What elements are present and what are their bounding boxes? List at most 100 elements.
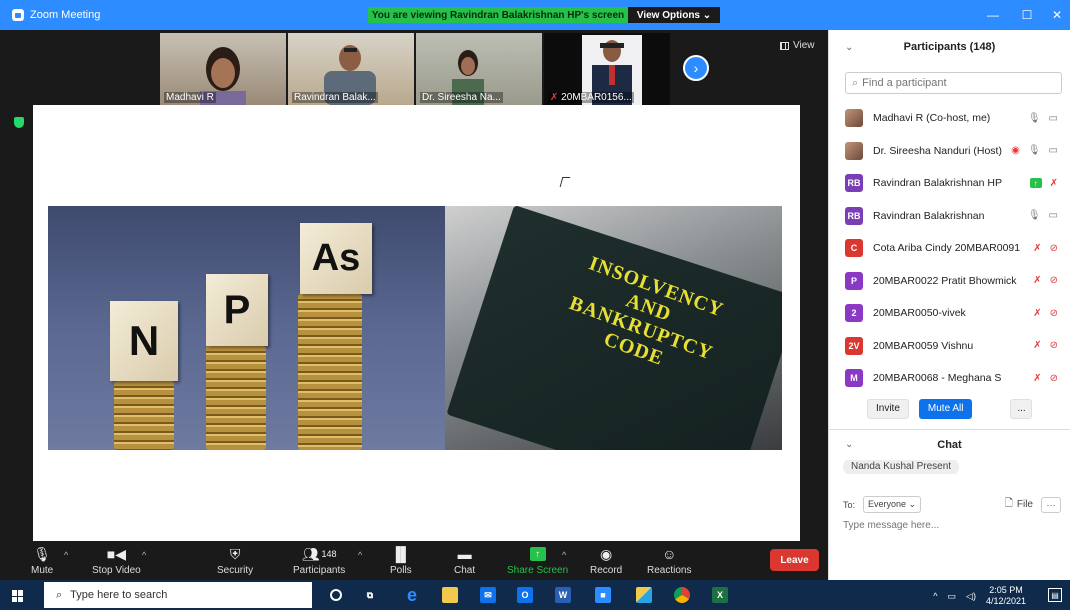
chat-message-input[interactable] xyxy=(843,520,1053,531)
participant-row[interactable]: C Cota Ariba Cindy 20MBAR0091 ✗ ⊘ xyxy=(829,232,1070,265)
video-options-chevron-icon[interactable]: ^ xyxy=(142,550,146,560)
npa-image: N P As xyxy=(48,206,445,450)
view-options-button[interactable]: View Options ⌄ xyxy=(628,7,720,23)
thumbnail-name: Madhavi R xyxy=(164,92,216,103)
participant-row[interactable]: RB Ravindran Balakrishnan 🎙︎ ▭ xyxy=(829,200,1070,233)
taskbar-search[interactable]: ⌕ Type here to search xyxy=(44,582,312,608)
security-shield-icon[interactable] xyxy=(14,117,24,128)
participant-row[interactable]: 2 20MBAR0050-vivek ✗ ⊘ xyxy=(829,297,1070,330)
participant-status-icons: ✗ ⊘ xyxy=(1033,373,1058,384)
participant-row[interactable]: P 20MBAR0022 Pratit Bhowmick ✗ ⊘ xyxy=(829,265,1070,298)
excel-icon[interactable]: X xyxy=(712,587,728,603)
clock-time: 2:05 PM xyxy=(989,585,1023,595)
participant-row[interactable]: M 20MBAR0068 - Meghana S ✗ ⊘ xyxy=(829,362,1070,395)
record-button[interactable]: ◉ Record xyxy=(590,546,622,577)
title-bar: Zoom Meeting You are viewing Ravindran B… xyxy=(0,0,1070,30)
participant-name: 20MBAR0068 - Meghana S xyxy=(873,372,1002,385)
cortana-icon[interactable] xyxy=(330,589,342,601)
participants-options-chevron-icon[interactable]: ^ xyxy=(358,550,362,560)
mute-all-button[interactable]: Mute All xyxy=(918,398,973,419)
participant-status-icons: ◉ 🎙︎ ▭ xyxy=(1011,145,1058,156)
participant-name: Ravindran Balakrishnan HP xyxy=(873,177,1002,190)
mute-label: Mute xyxy=(31,565,54,576)
next-page-arrow-icon[interactable]: › xyxy=(683,55,709,81)
recipient-dropdown[interactable]: Everyone ⌄ xyxy=(863,496,922,513)
participants-actions: Invite Mute All ... xyxy=(867,398,1070,419)
participant-search-input[interactable] xyxy=(862,77,1053,89)
video-camera-icon: ▭ xyxy=(1048,145,1058,157)
app-title: Zoom Meeting xyxy=(12,9,100,21)
video-thumbnail[interactable]: Madhavi R xyxy=(160,33,286,105)
minimize-icon[interactable]: — xyxy=(976,0,1010,30)
collapse-chevron-icon[interactable]: ⌄ xyxy=(845,439,853,450)
share-screen-button[interactable]: ↑ Share Screen xyxy=(507,546,568,576)
microphone-icon: 🎙︎ xyxy=(1027,210,1041,222)
stop-video-button[interactable]: ■◀ Stop Video xyxy=(92,546,141,577)
more-options-button[interactable]: ... xyxy=(1010,398,1033,419)
collapse-chevron-icon[interactable]: ⌄ xyxy=(845,42,853,53)
participant-name: Dr. Sireesha Nanduri (Host) xyxy=(873,144,1002,157)
participant-row[interactable]: RB Ravindran Balakrishnan HP ↑ ✗ xyxy=(829,167,1070,200)
mail-icon[interactable]: ✉ xyxy=(480,587,496,603)
task-view-icon[interactable]: ⧉ xyxy=(362,587,378,603)
security-button[interactable]: ⛨ Security xyxy=(217,546,253,577)
participant-row[interactable]: Dr. Sireesha Nanduri (Host) ◉ 🎙︎ ▭ xyxy=(829,135,1070,168)
reactions-button[interactable]: ☺ Reactions xyxy=(647,546,691,576)
avatar: M xyxy=(845,369,863,388)
windows-taskbar: ⌕ Type here to search ⧉ e ✉ O W ■ X ^ ▭ … xyxy=(0,580,1070,610)
zoom-taskbar-icon[interactable]: ■ xyxy=(595,587,611,603)
video-off-icon: ⊘ xyxy=(1049,275,1058,287)
chat-message-text: Nanda Kushal Present xyxy=(843,459,960,474)
network-icon[interactable]: ▭ xyxy=(948,591,957,602)
video-thumbnail[interactable]: 20MBAR0156... xyxy=(544,33,670,105)
chat-more-button[interactable]: ··· xyxy=(1041,496,1061,513)
file-label: File xyxy=(1016,499,1033,510)
coin-stack xyxy=(114,381,174,450)
file-button[interactable]: 🗋︎ File xyxy=(1005,496,1033,513)
slide-image: N P As INSOLVENCY AND BANKRUPTCY CODE xyxy=(48,206,782,450)
video-thumbnail[interactable]: Ravindran Balak... xyxy=(288,33,414,105)
share-options-chevron-icon[interactable]: ^ xyxy=(562,550,566,560)
volume-icon[interactable]: ◁) xyxy=(966,591,976,602)
participants-list[interactable]: Madhavi R (Co-host, me) 🎙︎ ▭ Dr. Sireesha N… xyxy=(829,102,1070,395)
participant-search[interactable]: ⌕ xyxy=(845,72,1062,94)
chrome-icon[interactable] xyxy=(674,587,690,603)
sticky-app-icon[interactable] xyxy=(636,587,652,603)
file-icon: 🗋︎ xyxy=(1004,498,1013,509)
muted-microphone-icon: ✗ xyxy=(1033,275,1042,287)
word-icon[interactable]: W xyxy=(555,587,571,603)
audio-options-chevron-icon[interactable]: ^ xyxy=(64,550,68,560)
chat-bubble-icon: ▬ xyxy=(457,546,472,562)
participant-name: 20MBAR0022 Pratit Bhowmick xyxy=(873,274,1017,287)
close-icon[interactable]: ✕ xyxy=(1040,0,1070,30)
ibc-image: INSOLVENCY AND BANKRUPTCY CODE xyxy=(445,206,782,450)
notifications-icon[interactable]: ▤ xyxy=(1048,588,1062,602)
windows-start-icon[interactable] xyxy=(12,590,24,602)
participant-row[interactable]: 2V 20MBAR0059 Vishnu ✗ ⊘ xyxy=(829,330,1070,363)
video-thumbnail[interactable]: Dr. Sireesha Na... xyxy=(416,33,542,105)
maximize-icon[interactable]: ☐ xyxy=(1010,0,1044,30)
view-button[interactable]: View xyxy=(780,40,815,51)
tray-expand-chevron-icon[interactable]: ^ xyxy=(933,591,937,601)
stop-video-label: Stop Video xyxy=(92,565,141,576)
screen-share-icon: ↑ xyxy=(1029,178,1042,189)
invite-button[interactable]: Invite xyxy=(867,398,909,419)
video-off-icon: ⊘ xyxy=(1049,307,1058,319)
muted-microphone-icon: ✗ xyxy=(1049,177,1058,189)
coin-stack xyxy=(298,294,362,450)
leave-button[interactable]: Leave xyxy=(770,549,819,571)
chat-button[interactable]: ▬ Chat xyxy=(454,546,475,576)
participants-button[interactable]: 👥︎ 148 Participants xyxy=(293,546,345,577)
thumbnail-name: 20MBAR0156... xyxy=(548,92,634,103)
video-off-icon: ⊘ xyxy=(1049,242,1058,254)
avatar: RB xyxy=(845,206,863,225)
file-explorer-icon[interactable] xyxy=(442,587,458,603)
avatar: P xyxy=(845,271,863,290)
participant-row[interactable]: Madhavi R (Co-host, me) 🎙︎ ▭ xyxy=(829,102,1070,135)
recording-icon: ◉ xyxy=(1011,145,1020,157)
edge-browser-icon[interactable]: e xyxy=(404,585,420,605)
mute-button[interactable]: 🎙︎ Mute xyxy=(31,546,54,577)
clock[interactable]: 2:05 PM 4/12/2021 xyxy=(986,585,1026,607)
polls-button[interactable]: ▐▌ Polls xyxy=(390,546,412,576)
outlook-icon[interactable]: O xyxy=(517,587,533,603)
